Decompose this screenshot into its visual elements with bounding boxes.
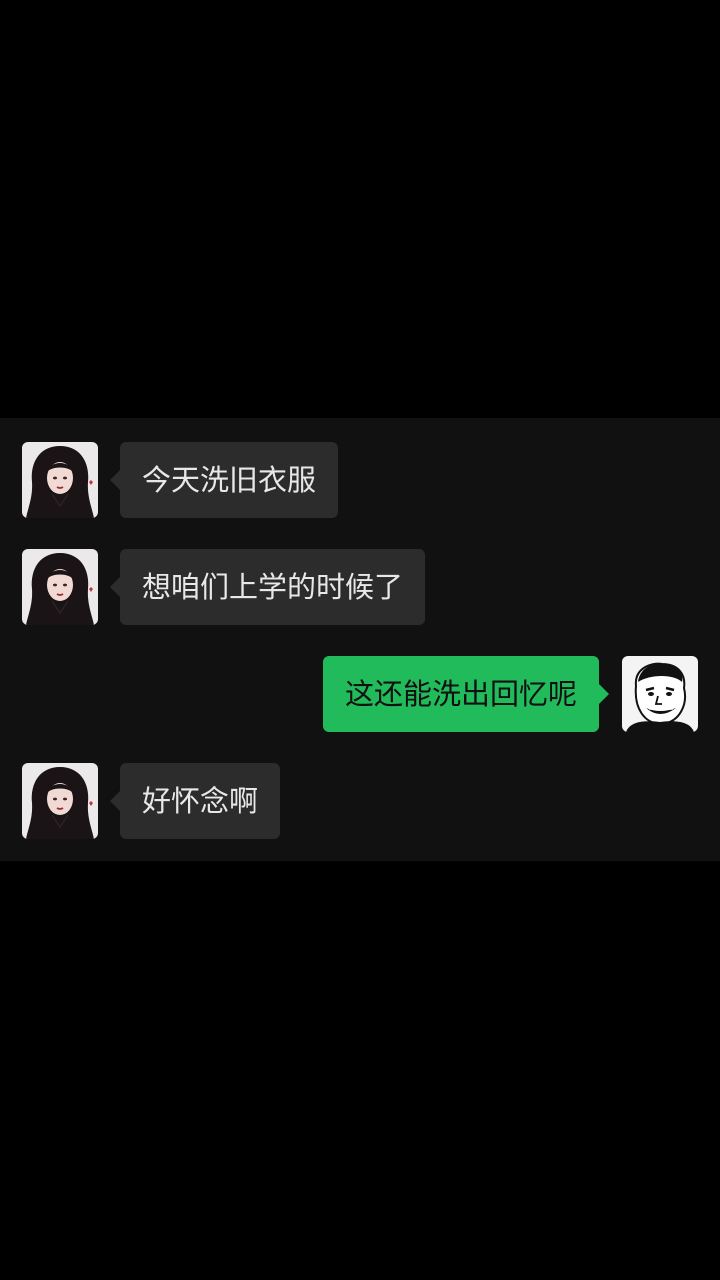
girl-avatar-icon[interactable] xyxy=(22,549,98,625)
girl-avatar-icon[interactable] xyxy=(22,442,98,518)
message-row: 好怀念啊 xyxy=(0,763,720,839)
message-row: 想咱们上学的时候了 xyxy=(0,549,720,625)
message-bubble-incoming[interactable]: 想咱们上学的时候了 xyxy=(109,549,426,625)
chat-panel: 今天洗旧衣服 想咱们上学的时候了 这还能洗出回忆呢 好怀念啊 xyxy=(0,418,720,861)
message-row: 今天洗旧衣服 xyxy=(0,442,720,518)
message-bubble-incoming[interactable]: 今天洗旧衣服 xyxy=(109,442,339,518)
girl-avatar-icon[interactable] xyxy=(22,763,98,839)
meme-face-avatar-icon[interactable] xyxy=(622,656,698,732)
message-bubble-outgoing[interactable]: 这还能洗出回忆呢 xyxy=(322,656,610,732)
message-bubble-incoming[interactable]: 好怀念啊 xyxy=(109,763,281,839)
screen: 今天洗旧衣服 想咱们上学的时候了 这还能洗出回忆呢 好怀念啊 xyxy=(0,0,720,1280)
message-row: 这还能洗出回忆呢 xyxy=(0,656,720,732)
